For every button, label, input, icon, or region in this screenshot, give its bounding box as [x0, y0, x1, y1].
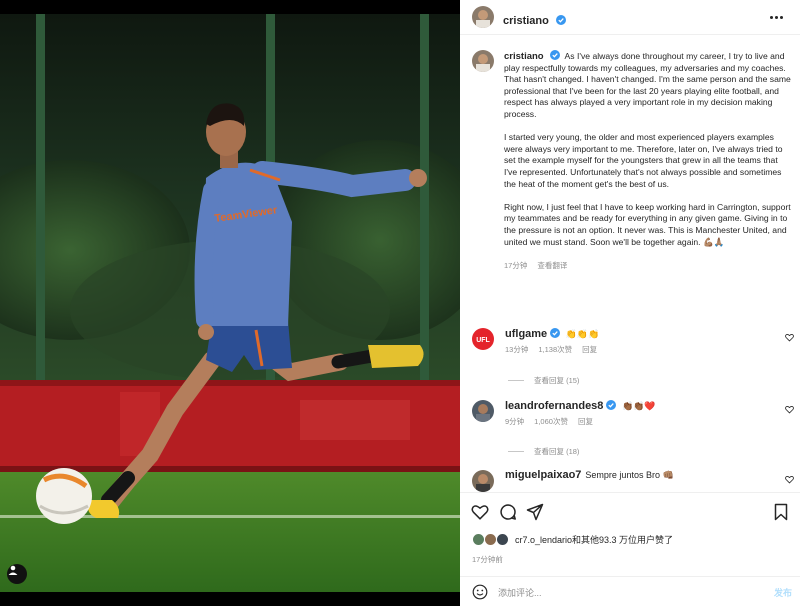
post-caption: cristiano As I've always done throughout… [504, 50, 792, 271]
caption-paragraph: I started very young, the older and most… [504, 132, 783, 189]
verified-icon [556, 15, 567, 25]
caption-author-avatar[interactable] [472, 50, 494, 72]
comment: leandrofernandes8 👏🏾👏🏾❤️ 9分钟 1,060次赞 回复 [472, 400, 800, 440]
add-comment-input[interactable]: 添加评论... [498, 586, 542, 599]
author-avatar[interactable] [472, 6, 494, 28]
comment-time: 13分钟 [505, 345, 529, 354]
post-comment-button[interactable]: 发布 [774, 586, 792, 599]
comment: UFL uflgame 👏👏👏 13分钟 1,138次赞 回复 [472, 328, 800, 368]
post-time: 17分钟前 [472, 555, 503, 564]
caption-paragraph: As I've always done throughout my career… [504, 51, 791, 119]
emoji-icon[interactable] [472, 584, 488, 600]
caption-time: 17分钟 [504, 260, 528, 270]
comment-icon[interactable] [499, 503, 517, 521]
liked-by[interactable]: cr7.o_lendario和其他93.3 万位用户赞了 [472, 533, 673, 546]
reply-button[interactable]: 回复 [578, 416, 593, 427]
verified-icon [606, 400, 617, 410]
post-side-panel: cristiano cristiano As I've always done … [460, 0, 800, 606]
comment-time: 9分钟 [505, 417, 525, 426]
commenter-username[interactable]: miguelpaixao7 [505, 469, 581, 481]
see-translation-button[interactable]: 查看翻译 [537, 260, 567, 272]
bookmark-icon[interactable] [772, 503, 790, 521]
commenter-username[interactable]: uflgame [505, 328, 547, 340]
verified-icon [549, 50, 560, 60]
add-comment-bar: 添加评论... 发布 [460, 576, 800, 606]
comment-likes[interactable]: 1,060次赞 [534, 416, 568, 427]
liked-by-text: cr7.o_lendario和其他93.3 万位用户赞了 [515, 535, 674, 545]
view-replies-label: 查看回复 (18) [534, 447, 580, 456]
heart-icon[interactable] [785, 475, 794, 484]
commenter-avatar[interactable] [472, 400, 494, 422]
view-replies-button[interactable]: 查看回复 (18) [508, 446, 579, 457]
comments-scroll-area[interactable]: cristiano As I've always done throughout… [460, 36, 800, 492]
post-image: TeamViewer [0, 0, 460, 606]
comment-text: 👏🏾👏🏾❤️ [621, 401, 656, 411]
view-replies-label: 查看回复 (15) [534, 376, 580, 385]
caption-paragraph: Right now, I just feel that I have to ke… [504, 201, 791, 247]
svg-text:UFL: UFL [476, 337, 490, 344]
commenter-avatar[interactable] [472, 470, 494, 492]
post-header: cristiano [460, 0, 800, 35]
verified-icon [550, 328, 561, 338]
liked-by-avatars [472, 533, 510, 546]
post-actions: cr7.o_lendario和其他93.3 万位用户赞了 17分钟前 [460, 492, 800, 575]
share-icon[interactable] [526, 503, 544, 521]
comment-likes[interactable]: 1,138次赞 [538, 344, 572, 355]
author-username[interactable]: cristiano [503, 15, 549, 27]
user-tag-icon [8, 565, 18, 575]
post-photo[interactable]: TeamViewer [0, 0, 460, 606]
heart-icon[interactable] [471, 503, 489, 521]
view-replies-button[interactable]: 查看回复 (15) [508, 375, 579, 386]
comment-text: Sempre juntos Bro 👊🏽 [585, 470, 674, 480]
commenter-avatar[interactable]: UFL [472, 328, 494, 350]
heart-icon[interactable] [785, 333, 794, 342]
commenter-username[interactable]: leandrofernandes8 [505, 400, 603, 412]
more-icon[interactable] [770, 10, 786, 24]
comment-text: 👏👏👏 [565, 329, 600, 339]
heart-icon[interactable] [785, 405, 794, 414]
reply-button[interactable]: 回复 [582, 344, 597, 355]
comment: miguelpaixao7 Sempre juntos Bro 👊🏽 [472, 470, 800, 492]
caption-username[interactable]: cristiano [504, 51, 544, 62]
user-tag-button[interactable] [7, 564, 27, 584]
